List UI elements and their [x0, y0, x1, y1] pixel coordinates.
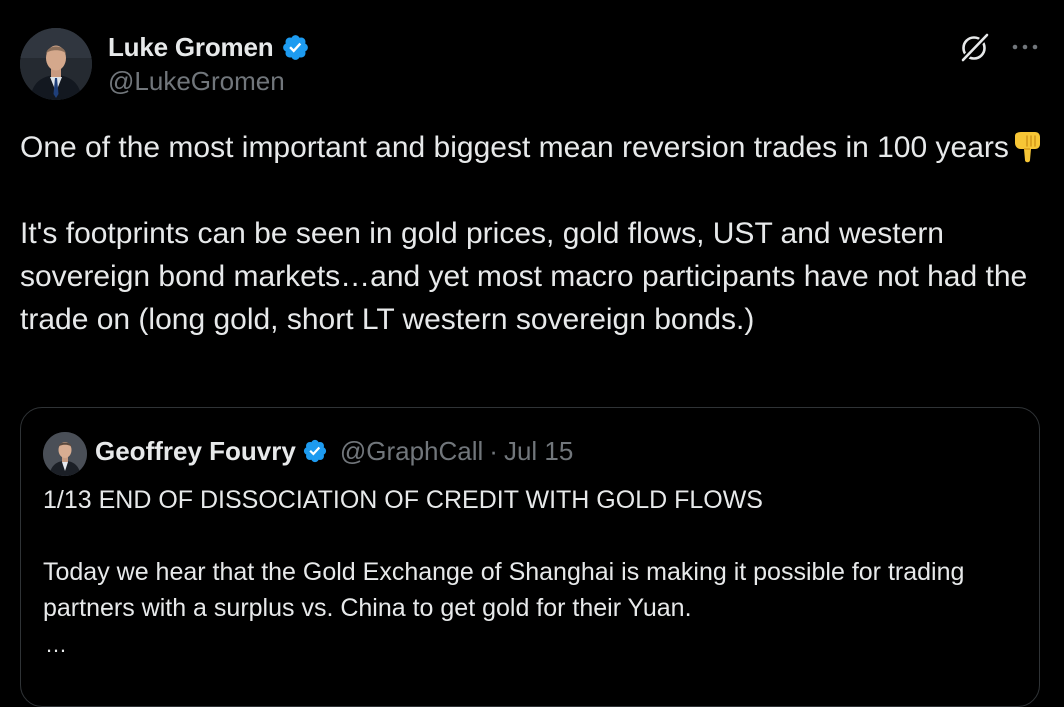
grok-icon[interactable] [958, 30, 992, 64]
quoted-tweet-header: Geoffrey Fouvry @GraphCall · Jul 15 [95, 434, 573, 468]
tweet-text: One of the most important and biggest me… [20, 126, 1050, 341]
quoted-line-1: 1/13 END OF DISSOCIATION OF CREDIT WITH … [43, 486, 763, 514]
quoted-author-handle[interactable]: @GraphCall [340, 436, 483, 467]
verified-badge-icon[interactable] [281, 33, 310, 62]
quoted-separator: · [489, 435, 498, 466]
more-options-icon[interactable] [1010, 40, 1040, 54]
author-name[interactable]: Luke Gromen [108, 32, 274, 63]
tweet-paragraph-1-text: One of the most important and biggest me… [20, 131, 1009, 164]
quoted-line-2: Today we hear that the Gold Exchange of … [43, 558, 965, 622]
tweet-paragraph-1: One of the most important and biggest me… [20, 126, 1050, 169]
quoted-tweet[interactable]: Geoffrey Fouvry @GraphCall · Jul 15 1/13… [20, 407, 1040, 707]
author-name-row: Luke Gromen [108, 30, 310, 64]
quoted-tweet-text: 1/13 END OF DISSOCIATION OF CREDIT WITH … [43, 482, 1003, 626]
tweet-paragraph-2: It's footprints can be seen in gold pric… [20, 217, 1028, 336]
author-avatar[interactable] [20, 28, 92, 100]
quoted-date[interactable]: Jul 15 [504, 436, 573, 467]
pointing-down-emoji [1011, 130, 1043, 164]
quoted-author-avatar[interactable] [43, 432, 87, 476]
author-handle[interactable]: @LukeGromen [108, 66, 285, 97]
quoted-author-name[interactable]: Geoffrey Fouvry [95, 436, 296, 467]
tweet: Luke Gromen @LukeGromen One of the most … [0, 0, 1064, 707]
verified-badge-icon[interactable] [302, 438, 328, 464]
quoted-ellipsis: … [45, 632, 68, 657]
